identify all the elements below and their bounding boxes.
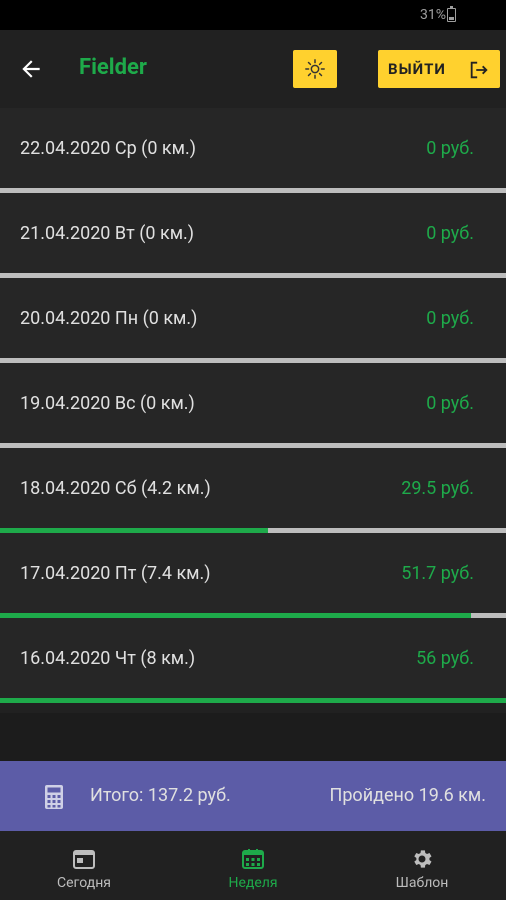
day-amount: 56 руб.: [416, 648, 474, 669]
app-bar: Fielder ВЫЙТИ: [0, 30, 506, 108]
total-distance: Пройдено 19.6 км.: [329, 785, 486, 806]
gear-icon: [414, 850, 432, 868]
day-amount: 0 руб.: [426, 393, 474, 414]
day-row[interactable]: 17.04.2020 Пт (7.4 км.) 51.7 руб.: [0, 533, 506, 618]
back-arrow-icon[interactable]: [18, 56, 44, 82]
logout-button[interactable]: ВЫЙТИ: [378, 50, 500, 88]
list-end-spacer: [0, 713, 506, 761]
nav-item-template[interactable]: Шаблон: [338, 831, 506, 900]
nav-item-week[interactable]: Неделя: [169, 831, 337, 900]
logout-icon: [470, 61, 488, 79]
battery-percentage: 31%: [420, 7, 446, 23]
day-list: 22.04.2020 Ср (0 км.) 0 руб. 21.04.2020 …: [0, 108, 506, 703]
day-row[interactable]: 22.04.2020 Ср (0 км.) 0 руб.: [0, 108, 506, 193]
battery-icon: [447, 6, 456, 22]
day-row[interactable]: 20.04.2020 Пн (0 км.) 0 руб.: [0, 278, 506, 363]
calculator-icon: [45, 785, 63, 809]
day-amount: 51.7 руб.: [401, 563, 474, 584]
day-label: 18.04.2020 Сб (4.2 км.): [20, 478, 211, 499]
day-amount: 0 руб.: [426, 308, 474, 329]
nav-label: Сегодня: [57, 875, 111, 891]
progress-track: [0, 698, 506, 703]
nav-item-today[interactable]: Сегодня: [0, 831, 168, 900]
progress-fill: [0, 698, 506, 703]
sun-icon: [305, 59, 325, 79]
nav-label: Шаблон: [395, 875, 449, 891]
status-bar: 31%: [0, 0, 506, 30]
day-row[interactable]: 18.04.2020 Сб (4.2 км.) 29.5 руб.: [0, 448, 506, 533]
day-label: 21.04.2020 Вт (0 км.): [20, 223, 195, 244]
day-amount: 0 руб.: [426, 138, 474, 159]
calendar-today-icon: [73, 850, 95, 869]
day-row[interactable]: 19.04.2020 Вс (0 км.) 0 руб.: [0, 363, 506, 448]
day-amount: 29.5 руб.: [401, 478, 474, 499]
day-label: 17.04.2020 Пт (7.4 км.): [20, 563, 211, 584]
day-label: 19.04.2020 Вс (0 км.): [20, 393, 195, 414]
day-label: 22.04.2020 Ср (0 км.): [20, 138, 197, 159]
theme-toggle-button[interactable]: [293, 50, 337, 88]
total-amount: Итого: 137.2 руб.: [90, 785, 231, 806]
day-label: 20.04.2020 Пн (0 км.): [20, 308, 198, 329]
day-amount: 0 руб.: [426, 223, 474, 244]
app-title: Fielder: [79, 55, 147, 80]
day-row[interactable]: 16.04.2020 Чт (8 км.) 56 руб.: [0, 618, 506, 703]
logout-label: ВЫЙТИ: [388, 60, 446, 78]
nav-label: Неделя: [228, 875, 278, 891]
summary-bar: Итого: 137.2 руб. Пройдено 19.6 км.: [0, 761, 506, 831]
bottom-navigation: Сегодня Неделя Шаблон: [0, 831, 506, 900]
day-row[interactable]: 21.04.2020 Вт (0 км.) 0 руб.: [0, 193, 506, 278]
day-label: 16.04.2020 Чт (8 км.): [20, 648, 196, 669]
calendar-week-icon: [242, 849, 264, 869]
